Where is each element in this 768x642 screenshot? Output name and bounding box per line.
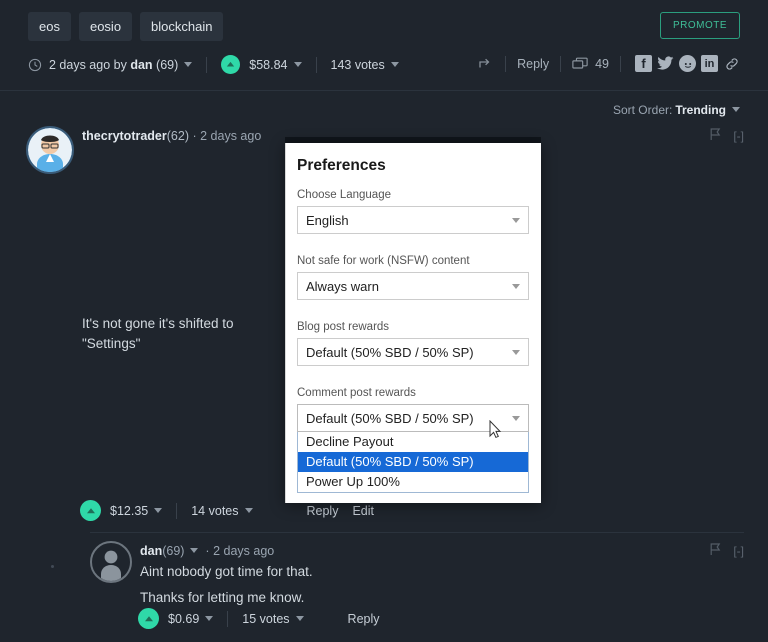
comment-body-line-1: Aint nobody got time for that. bbox=[140, 564, 313, 579]
language-select[interactable]: English bbox=[297, 206, 529, 234]
nsfw-value: Always warn bbox=[306, 278, 379, 294]
divider bbox=[206, 56, 208, 73]
divider bbox=[315, 56, 317, 73]
facebook-icon[interactable]: f bbox=[635, 55, 652, 72]
post-timestamp-author[interactable]: 2 days ago by dan (69) bbox=[49, 57, 193, 72]
language-label: Choose Language bbox=[297, 189, 391, 201]
separator: · bbox=[192, 129, 197, 143]
divider bbox=[0, 90, 768, 91]
comment-footer: $12.35 14 votes Reply Edit bbox=[80, 500, 374, 521]
comment-author[interactable]: thecrytotrader bbox=[82, 129, 167, 143]
divider bbox=[620, 55, 621, 72]
post-votes[interactable]: 143 votes bbox=[331, 58, 399, 72]
chevron-down-icon[interactable] bbox=[390, 61, 399, 67]
nsfw-label: Not safe for work (NSFW) content bbox=[297, 255, 470, 267]
reply-button[interactable]: Reply bbox=[506, 57, 560, 71]
chevron-down-icon[interactable] bbox=[244, 507, 253, 513]
comment-payout[interactable]: $12.35 bbox=[110, 504, 163, 518]
divider bbox=[90, 532, 744, 533]
collapse-toggle[interactable]: [-] bbox=[733, 129, 744, 143]
thread-dot bbox=[51, 565, 54, 568]
comment-votes[interactable]: 15 votes bbox=[242, 612, 304, 626]
comment-header: thecrytotrader(62) · 2 days ago bbox=[82, 129, 261, 143]
post-author-reputation: (69) bbox=[156, 57, 179, 72]
tag-blockchain[interactable]: blockchain bbox=[140, 12, 224, 41]
comment-author-reputation: (69) bbox=[162, 544, 185, 558]
post-meta: 2 days ago by dan (69) $58.84 143 votes bbox=[28, 55, 399, 74]
comment-body-line-2: Thanks for letting me know. bbox=[140, 590, 305, 605]
chevron-down-icon[interactable] bbox=[190, 548, 199, 553]
upvote-button[interactable] bbox=[138, 608, 159, 629]
avatar[interactable] bbox=[26, 126, 74, 174]
comment-timestamp: 2 days ago bbox=[200, 129, 262, 143]
tag-eos[interactable]: eos bbox=[28, 12, 71, 41]
option-default[interactable]: Default (50% SBD / 50% SP) bbox=[298, 452, 528, 472]
flag-icon[interactable] bbox=[710, 543, 721, 559]
link-icon[interactable] bbox=[723, 55, 740, 72]
chevron-down-icon[interactable] bbox=[295, 615, 304, 621]
chevron-down-icon[interactable] bbox=[154, 507, 163, 513]
comment-rewards-value: Default (50% SBD / 50% SP) bbox=[306, 410, 474, 426]
upvote-button[interactable] bbox=[221, 55, 241, 74]
sort-order-value: Trending bbox=[675, 103, 726, 117]
comment-timestamp: 2 days ago bbox=[213, 544, 275, 558]
promote-button[interactable]: PROMOTE bbox=[659, 12, 740, 39]
divider bbox=[176, 502, 178, 519]
flag-icon[interactable] bbox=[710, 128, 721, 144]
preferences-title: Preferences bbox=[297, 157, 386, 174]
chevron-down-icon[interactable] bbox=[732, 107, 740, 112]
preferences-dialog: Preferences Choose Language English Not … bbox=[285, 143, 541, 503]
option-decline-payout[interactable]: Decline Payout bbox=[298, 432, 528, 452]
reply-button[interactable]: Reply bbox=[293, 504, 339, 518]
comment-author[interactable]: dan bbox=[140, 544, 162, 558]
sort-order-label: Sort Order: bbox=[612, 103, 673, 117]
share-button[interactable] bbox=[467, 56, 505, 72]
clock-icon bbox=[28, 58, 49, 72]
chevron-down-icon[interactable] bbox=[293, 61, 302, 67]
chevron-down-icon bbox=[512, 218, 520, 223]
chevron-down-icon[interactable] bbox=[205, 615, 214, 621]
comment-body: It's not gone it's shifted to "Settings" bbox=[82, 316, 234, 352]
comment-footer: $0.69 15 votes Reply bbox=[138, 608, 380, 629]
tag-eosio[interactable]: eosio bbox=[78, 12, 133, 41]
collapse-toggle[interactable]: [-] bbox=[733, 544, 744, 558]
comment-actions: [-] bbox=[710, 128, 744, 144]
comment-payout[interactable]: $0.69 bbox=[168, 612, 214, 626]
divider bbox=[227, 610, 229, 627]
comment-rewards-label: Comment post rewards bbox=[297, 387, 416, 399]
nsfw-select[interactable]: Always warn bbox=[297, 272, 529, 300]
chevron-down-icon bbox=[512, 350, 520, 355]
edit-button[interactable]: Edit bbox=[338, 504, 374, 518]
post-actions: Reply 49 f in bbox=[467, 55, 740, 72]
option-power-up[interactable]: Power Up 100% bbox=[298, 472, 528, 492]
reddit-icon[interactable] bbox=[679, 55, 696, 72]
comment-votes[interactable]: 14 votes bbox=[191, 504, 253, 518]
comment-count-button[interactable]: 49 bbox=[561, 57, 620, 71]
twitter-icon[interactable] bbox=[657, 55, 674, 72]
blog-rewards-value: Default (50% SBD / 50% SP) bbox=[306, 344, 474, 360]
social-share-group: f in bbox=[635, 55, 740, 72]
chevron-down-icon[interactable] bbox=[184, 61, 193, 67]
linkedin-icon[interactable]: in bbox=[701, 55, 718, 72]
comment-rewards-options: Decline Payout Default (50% SBD / 50% SP… bbox=[297, 432, 529, 493]
comment-author-reputation: (62) bbox=[166, 129, 189, 143]
post-timestamp: 2 days ago by bbox=[49, 57, 131, 72]
comment-actions: [-] bbox=[710, 543, 744, 559]
avatar[interactable] bbox=[90, 541, 132, 583]
comment-rewards-select[interactable]: Default (50% SBD / 50% SP) bbox=[297, 404, 529, 432]
post-author: dan bbox=[130, 57, 153, 72]
blog-rewards-label: Blog post rewards bbox=[297, 321, 390, 333]
sort-order-control[interactable]: Sort Order: Trending bbox=[613, 103, 740, 117]
comment-count: 49 bbox=[595, 56, 609, 71]
separator: · bbox=[205, 544, 210, 558]
chevron-down-icon bbox=[512, 284, 520, 289]
blog-rewards-select[interactable]: Default (50% SBD / 50% SP) bbox=[297, 338, 529, 366]
chevron-down-icon bbox=[512, 416, 520, 421]
post-tags: eos eosio blockchain bbox=[28, 12, 224, 41]
language-value: English bbox=[306, 212, 349, 228]
upvote-button[interactable] bbox=[80, 500, 101, 521]
reply-button[interactable]: Reply bbox=[334, 612, 380, 626]
comment-header: dan(69) · 2 days ago bbox=[140, 544, 274, 558]
post-payout[interactable]: $58.84 bbox=[249, 58, 302, 72]
